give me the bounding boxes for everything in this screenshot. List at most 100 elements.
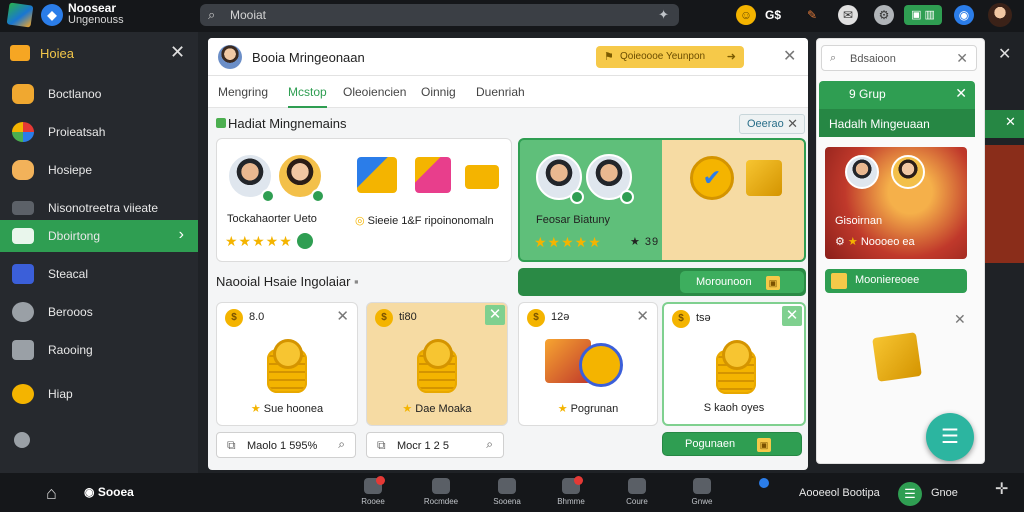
bottom-tab-6[interactable] <box>744 478 784 488</box>
sidebar-item-2[interactable]: Proieatsah <box>0 116 198 148</box>
close-icon[interactable]: ✕ <box>956 50 968 67</box>
app-logo-icon[interactable] <box>6 2 34 28</box>
coin-icon <box>273 339 303 369</box>
search-icon[interactable]: ⌕ <box>486 437 493 452</box>
promo-pill-button[interactable]: ⚑ Qoieoooe Yeunpon ➜ <box>596 46 744 68</box>
feature-card[interactable]: Tockahaorter Ueto ★★★★★ ◎ Sieeie 1&F rip… <box>216 138 512 262</box>
avatar <box>891 155 925 189</box>
tab-0[interactable]: Mengring <box>218 85 268 99</box>
settings-icon[interactable]: ⚙ <box>874 5 894 25</box>
ticket-icon: ▣ <box>757 438 771 452</box>
promo-card[interactable]: Gisoirnan ⚙ ★ Noooeo ea <box>825 147 967 259</box>
pencil-icon[interactable]: ✎ <box>802 5 822 25</box>
sidebar-item-6[interactable]: Steacal <box>0 258 198 290</box>
close-icon[interactable]: ✕ <box>336 307 349 325</box>
close-icon[interactable]: ✕ <box>954 311 966 328</box>
main-panel: Booia Mringeonaan ⚑ Qoieoooe Yeunpon ➜ ✕… <box>208 38 808 470</box>
coin-amount: ti80 <box>399 311 417 323</box>
sidebar-item-label: Hiap <box>48 387 73 401</box>
coin-card[interactable]: $ tsə ✕ S kaoh oyes <box>662 302 806 426</box>
camera-icon <box>12 340 34 360</box>
chat-fab-button[interactable]: ☰ <box>926 413 974 461</box>
verified-icon <box>261 189 275 203</box>
coin-amount: 12ə <box>551 311 570 323</box>
coin-card[interactable]: $ ti80 ✕ ★ Dae Moaka <box>366 302 508 426</box>
close-icon[interactable]: ✕ <box>782 306 802 326</box>
menu-button[interactable]: ☰ <box>898 482 922 506</box>
filter-chip[interactable]: Oeerao ✕ <box>739 114 805 134</box>
sidebar-item-7[interactable]: Berooos <box>0 296 198 328</box>
close-icon[interactable]: ✕ <box>170 42 185 63</box>
add-icon[interactable]: ✛ <box>995 479 1008 499</box>
brand-label[interactable]: ◉ Sooea <box>84 485 134 499</box>
chat-icon[interactable]: ✉ <box>838 5 858 25</box>
bottom-tab-0[interactable]: Rooee <box>353 476 393 506</box>
bottom-status-text-2[interactable]: Gnoe <box>931 487 958 499</box>
arrow-icon: ➜ <box>726 51 736 63</box>
green-wallet-icon[interactable]: ▣ ▥ <box>904 5 942 25</box>
rating-stars: ★★★★★ <box>534 234 602 250</box>
amount-input[interactable]: ⧉ Mocr 1 2 5 ⌕ <box>366 432 504 458</box>
sidebar-item-8[interactable]: Raooing <box>0 334 198 366</box>
feature-card-highlight[interactable]: ✔ Feosar Biatuny ★★★★★ ★ 39 <box>518 138 806 262</box>
section-title-text: Hadiat Mingnemains <box>228 116 347 131</box>
coin-icon: $ <box>375 309 393 327</box>
bottom-tab-1[interactable]: Rocmdee <box>421 478 461 506</box>
sidebar-item-5[interactable]: Dboirtong › <box>0 220 198 252</box>
coin-icon <box>579 343 623 387</box>
tab-2[interactable]: Oleoiencien <box>343 85 406 99</box>
coin-card[interactable]: $ 12ə ✕ ★ Pogrunan <box>518 302 658 426</box>
close-icon[interactable]: ✕ <box>1005 114 1016 130</box>
close-icon[interactable]: ✕ <box>955 85 967 102</box>
search-input[interactable]: Mooiat <box>230 8 266 22</box>
section-title: Hadiat Mingnemains <box>216 116 347 131</box>
avatar[interactable] <box>218 45 242 69</box>
right-panel: ⌕ Bdsaioon ✕ 9 Grup ✕ Hadalh Mingeuaan G… <box>816 38 985 464</box>
bottom-tab-2[interactable]: Sooena <box>487 478 527 506</box>
gift-badge-icon[interactable]: G$ <box>762 5 784 25</box>
sidebar-item-label: Raooing <box>48 343 93 357</box>
search-bar[interactable]: ⌕ Mooiat ✦ <box>200 4 679 26</box>
close-icon[interactable]: ✕ <box>787 116 798 132</box>
card-label: Feosar Biatuny <box>536 214 610 226</box>
bottom-tab-label: Rocmdee <box>423 497 459 506</box>
close-icon[interactable]: ✕ <box>485 305 505 325</box>
bottom-tab-5[interactable]: Gnwe <box>682 478 722 506</box>
notification-badge <box>376 476 385 485</box>
tab-3[interactable]: Oinnig <box>421 85 456 99</box>
pogunaen-button[interactable]: Pogunaen ▣ <box>662 432 802 456</box>
rating-stars: ★★★★★ <box>225 233 313 250</box>
treasure-icon <box>746 160 782 196</box>
coin-card[interactable]: $ 8.0 ✕ ★ Sue hoonea <box>216 302 358 426</box>
globe-icon[interactable]: ◉ <box>954 5 974 25</box>
sidebar-item-9[interactable]: Hiap <box>0 378 198 410</box>
bottom-tab-3[interactable]: Bhmme <box>551 476 591 506</box>
sidebar-item-10[interactable] <box>0 424 198 456</box>
sidebar-item-1[interactable]: Boctlanoo <box>0 78 198 110</box>
close-icon[interactable]: ✕ <box>783 46 796 66</box>
home-icon[interactable]: ⌂ <box>46 483 57 504</box>
tab-1[interactable]: Mcstop <box>288 85 327 108</box>
search-icon[interactable]: ⌕ <box>338 437 345 452</box>
amount-input[interactable]: ⧉ Maolo 1 595% ⌕ <box>216 432 356 458</box>
bottom-tab-4[interactable]: Coure <box>617 478 657 506</box>
sidebar-item-label: Nisonotreetra viieate <box>48 201 159 215</box>
close-icon[interactable]: ✕ <box>998 44 1011 64</box>
pin-icon[interactable]: ✦ <box>658 7 669 23</box>
sidebar-item-3[interactable]: Hosiepe <box>0 154 198 186</box>
star-icon: ★ <box>402 403 413 415</box>
right-search-input[interactable]: Bdsaioon <box>850 53 896 65</box>
group-title: 9 Grup <box>849 87 886 101</box>
morounoon-button[interactable]: Morounoon ▣ <box>680 271 804 293</box>
coin-icon[interactable]: ☺ <box>736 5 756 25</box>
close-icon[interactable]: ✕ <box>636 307 649 325</box>
right-search[interactable]: ⌕ Bdsaioon ✕ <box>821 45 977 71</box>
promo-button[interactable]: Mooniereoee <box>825 269 967 293</box>
tab-4[interactable]: Duenriah <box>476 85 525 99</box>
user-avatar[interactable] <box>988 3 1012 27</box>
trophy-icon <box>831 273 847 289</box>
chip-label: Oeerao <box>747 118 784 130</box>
verified-icon <box>570 190 584 204</box>
button-label: Morounoon <box>696 276 752 288</box>
group-header[interactable]: 9 Grup ✕ Hadalh Mingeuaan <box>819 81 975 137</box>
